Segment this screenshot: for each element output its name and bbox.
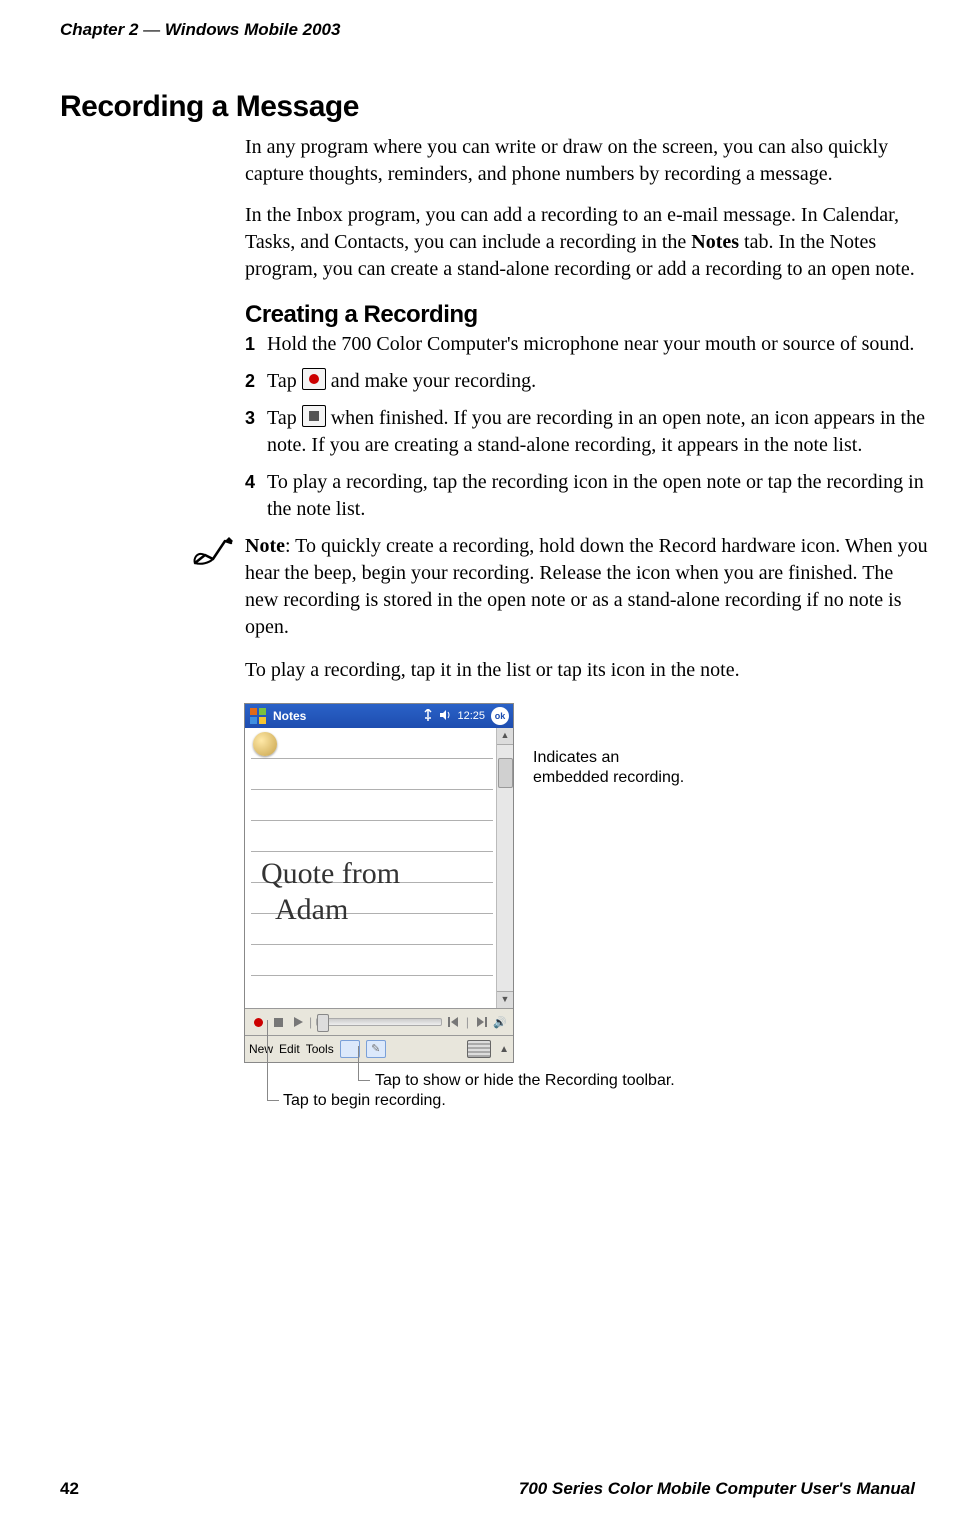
intro-paragraph-2: In the Inbox program, you can add a reco…: [245, 202, 930, 283]
manual-title: 700 Series Color Mobile Computer User's …: [519, 1479, 915, 1499]
toolbar-separator: |: [309, 1015, 312, 1029]
step-2: 2 Tap and make your recording.: [245, 368, 930, 395]
record-icon: [302, 368, 326, 390]
menu-tools[interactable]: Tools: [306, 1042, 334, 1056]
step-3-text: Tap when finished. If you are recording …: [267, 405, 930, 459]
toolbar-next-button[interactable]: [471, 1013, 489, 1031]
pen-tool-icon[interactable]: [366, 1040, 386, 1058]
ok-button[interactable]: ok: [491, 707, 509, 725]
page-footer: 42 700 Series Color Mobile Computer User…: [60, 1479, 915, 1499]
step-4-text: To play a recording, tap the recording i…: [267, 469, 930, 523]
leader-line-toolbar: [358, 1046, 359, 1080]
heading-recording-a-message: Recording a Message: [60, 90, 915, 124]
step-3a: Tap: [267, 407, 302, 429]
step-number-4: 4: [245, 469, 259, 494]
device-figure: Notes 12:25 ok: [245, 704, 930, 1062]
device-mock: Notes 12:25 ok: [245, 704, 513, 1062]
header-separator: —: [143, 20, 160, 39]
vertical-scrollbar[interactable]: ▲ ▼: [496, 728, 513, 1008]
handwriting-line-2: Adam: [261, 892, 400, 928]
connectivity-icon[interactable]: [423, 709, 433, 724]
toolbar-play-button[interactable]: [289, 1013, 307, 1031]
handwritten-text: Quote from Adam: [261, 856, 400, 928]
title-status-icons: 12:25 ok: [423, 707, 509, 725]
step-1-text: Hold the 700 Color Computer's microphone…: [267, 331, 930, 358]
leader-line-record: [267, 1020, 268, 1100]
clock-time: 12:25: [457, 710, 485, 722]
scroll-down-button[interactable]: ▼: [497, 991, 513, 1008]
step-number-1: 1: [245, 331, 259, 356]
leader-line-record-h: [267, 1100, 279, 1101]
recording-toolbar-toggle-icon[interactable]: [340, 1040, 360, 1058]
menu-edit[interactable]: Edit: [279, 1042, 300, 1056]
recording-toolbar: | |: [245, 1008, 513, 1035]
toolbar-record-button[interactable]: [249, 1013, 267, 1031]
heading-creating-a-recording: Creating a Recording: [245, 301, 930, 329]
figure-callouts: Tap to show or hide the Recording toolba…: [245, 1072, 930, 1132]
step-number-2: 2: [245, 368, 259, 393]
volume-icon[interactable]: [439, 709, 451, 724]
toolbar-stop-button[interactable]: [269, 1013, 287, 1031]
sip-expand-icon[interactable]: ▲: [499, 1044, 509, 1055]
playback-slider[interactable]: [316, 1018, 442, 1026]
device-menu-bar: New Edit Tools ▲: [245, 1035, 513, 1062]
play-recording-paragraph: To play a recording, tap it in the list …: [245, 657, 930, 684]
handwriting-line-1: Quote from: [261, 856, 400, 892]
p2-bold-notes: Notes: [691, 231, 739, 253]
scroll-thumb[interactable]: [498, 758, 513, 788]
step-number-3: 3: [245, 405, 259, 430]
annotation-toolbar-toggle: Tap to show or hide the Recording toolba…: [375, 1072, 675, 1090]
steps-list: 1 Hold the 700 Color Computer's micropho…: [245, 331, 930, 523]
step-2a: Tap: [267, 370, 302, 392]
app-title: Notes: [273, 709, 417, 723]
page-number: 42: [60, 1479, 79, 1499]
annotation-begin-recording: Tap to begin recording.: [283, 1092, 446, 1110]
device-titlebar: Notes 12:25 ok: [245, 704, 513, 728]
body-content: In any program where you can write or dr…: [245, 134, 930, 1132]
start-menu-icon[interactable]: [249, 707, 267, 725]
step-1: 1 Hold the 700 Color Computer's micropho…: [245, 331, 930, 358]
chapter-label: Chapter 2: [60, 20, 138, 39]
annotation-embedded-recording: Indicates an embedded recording.: [533, 748, 693, 788]
note-body: : To quickly create a recording, hold do…: [245, 535, 928, 638]
note-callout: Note: To quickly create a recording, hol…: [191, 533, 930, 641]
note-canvas[interactable]: Quote from Adam ▲ ▼: [245, 728, 513, 1008]
step-3b: when finished. If you are recording in a…: [267, 407, 925, 456]
toolbar-speaker-button[interactable]: [491, 1013, 509, 1031]
toolbar-prev-button[interactable]: [446, 1013, 464, 1031]
step-3: 3 Tap when finished. If you are recordin…: [245, 405, 930, 459]
scroll-up-button[interactable]: ▲: [497, 728, 513, 745]
menu-new[interactable]: New: [249, 1042, 273, 1056]
note-text: Note: To quickly create a recording, hol…: [245, 533, 930, 641]
step-4: 4 To play a recording, tap the recording…: [245, 469, 930, 523]
step-2-text: Tap and make your recording.: [267, 368, 930, 395]
toolbar-separator-2: |: [466, 1015, 469, 1029]
leader-line-toolbar-h: [358, 1080, 370, 1081]
chapter-title: Windows Mobile 2003: [165, 20, 341, 39]
note-label: Note: [245, 535, 285, 557]
embedded-recording-icon[interactable]: [253, 732, 277, 756]
intro-paragraph-1: In any program where you can write or dr…: [245, 134, 930, 188]
running-header: Chapter 2 — Windows Mobile 2003: [60, 20, 915, 40]
stop-icon: [302, 405, 326, 427]
sip-keyboard-icon[interactable]: [467, 1040, 491, 1058]
step-2b: and make your recording.: [326, 370, 536, 392]
note-hand-icon: [191, 533, 235, 569]
